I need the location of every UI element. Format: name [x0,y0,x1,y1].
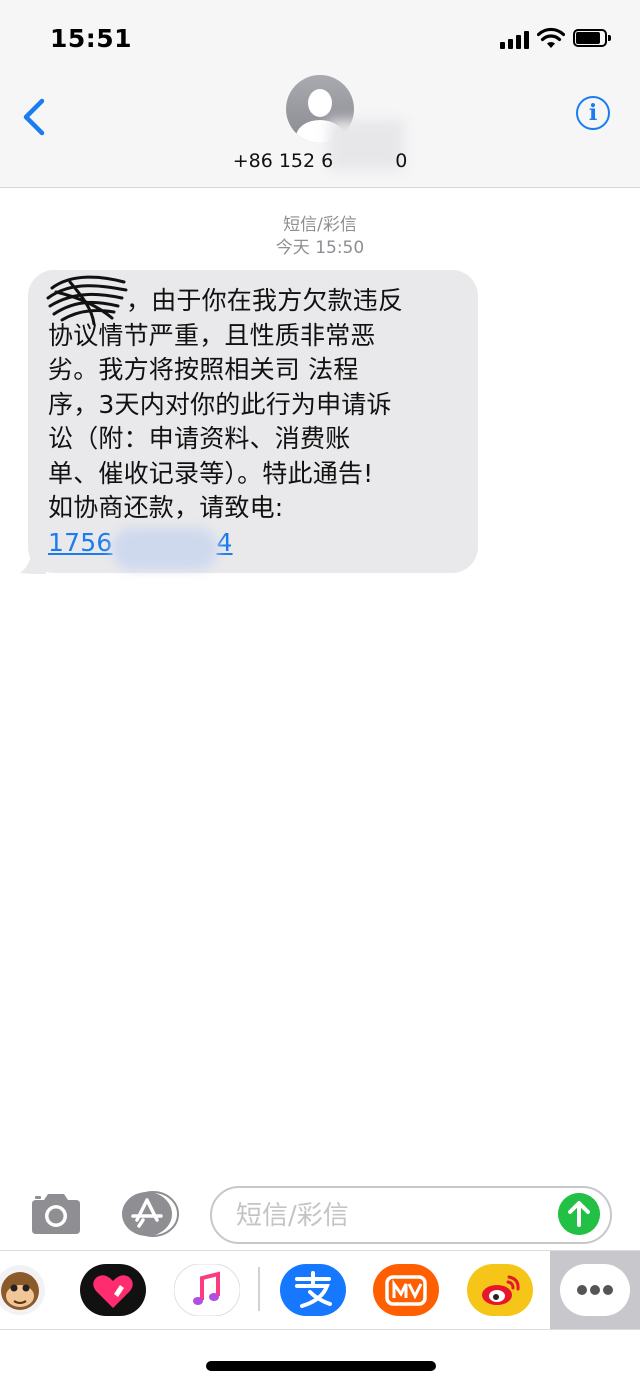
message-input[interactable] [234,1196,558,1236]
status-bar: 15:51 [0,0,640,70]
more-apps-button[interactable] [550,1251,640,1329]
message-timestamp: 今天 15:50 [275,238,365,258]
battery-icon [573,29,611,47]
redaction-scribble [46,275,128,326]
animoji-icon[interactable] [0,1264,56,1316]
imessage-app-drawer [0,1250,640,1330]
message-type-label: 短信/彩信 [283,215,357,235]
phone-number-link[interactable]: 1756 4 [48,526,458,561]
back-chevron-icon[interactable] [18,93,58,141]
wifi-icon [537,27,565,48]
drawer-separator [258,1267,260,1311]
home-indicator[interactable] [206,1361,436,1371]
camera-icon[interactable] [28,1192,84,1236]
message-input-field[interactable] [210,1186,612,1244]
app-store-icon[interactable] [120,1190,180,1238]
info-icon[interactable]: i [576,96,610,130]
message-line: 讼（附：申请资料、消费账 [48,424,351,453]
more-apps-icon [560,1264,630,1316]
cellular-signal-icon [500,31,532,49]
message-line: 劣。我方将按照相关司 法程 [48,355,359,384]
message-line: 单、催收记录等）。特此通告! [48,458,374,488]
status-time: 15:51 [50,24,133,53]
message-line: 如协商还款，请致电: [48,493,284,522]
contact-number[interactable]: +86 152 60 [0,150,640,172]
alipay-icon[interactable] [280,1264,346,1316]
mango-tv-icon[interactable] [373,1264,439,1316]
music-icon[interactable] [174,1264,240,1316]
weibo-icon[interactable] [467,1264,533,1316]
send-arrow-icon[interactable] [558,1193,600,1235]
redaction-blur [112,528,218,570]
conversation-header: +86 152 60 i [0,70,640,188]
message-line: 序，3天内对你的此行为申请诉 [48,389,392,419]
digital-touch-icon[interactable] [80,1264,146,1316]
